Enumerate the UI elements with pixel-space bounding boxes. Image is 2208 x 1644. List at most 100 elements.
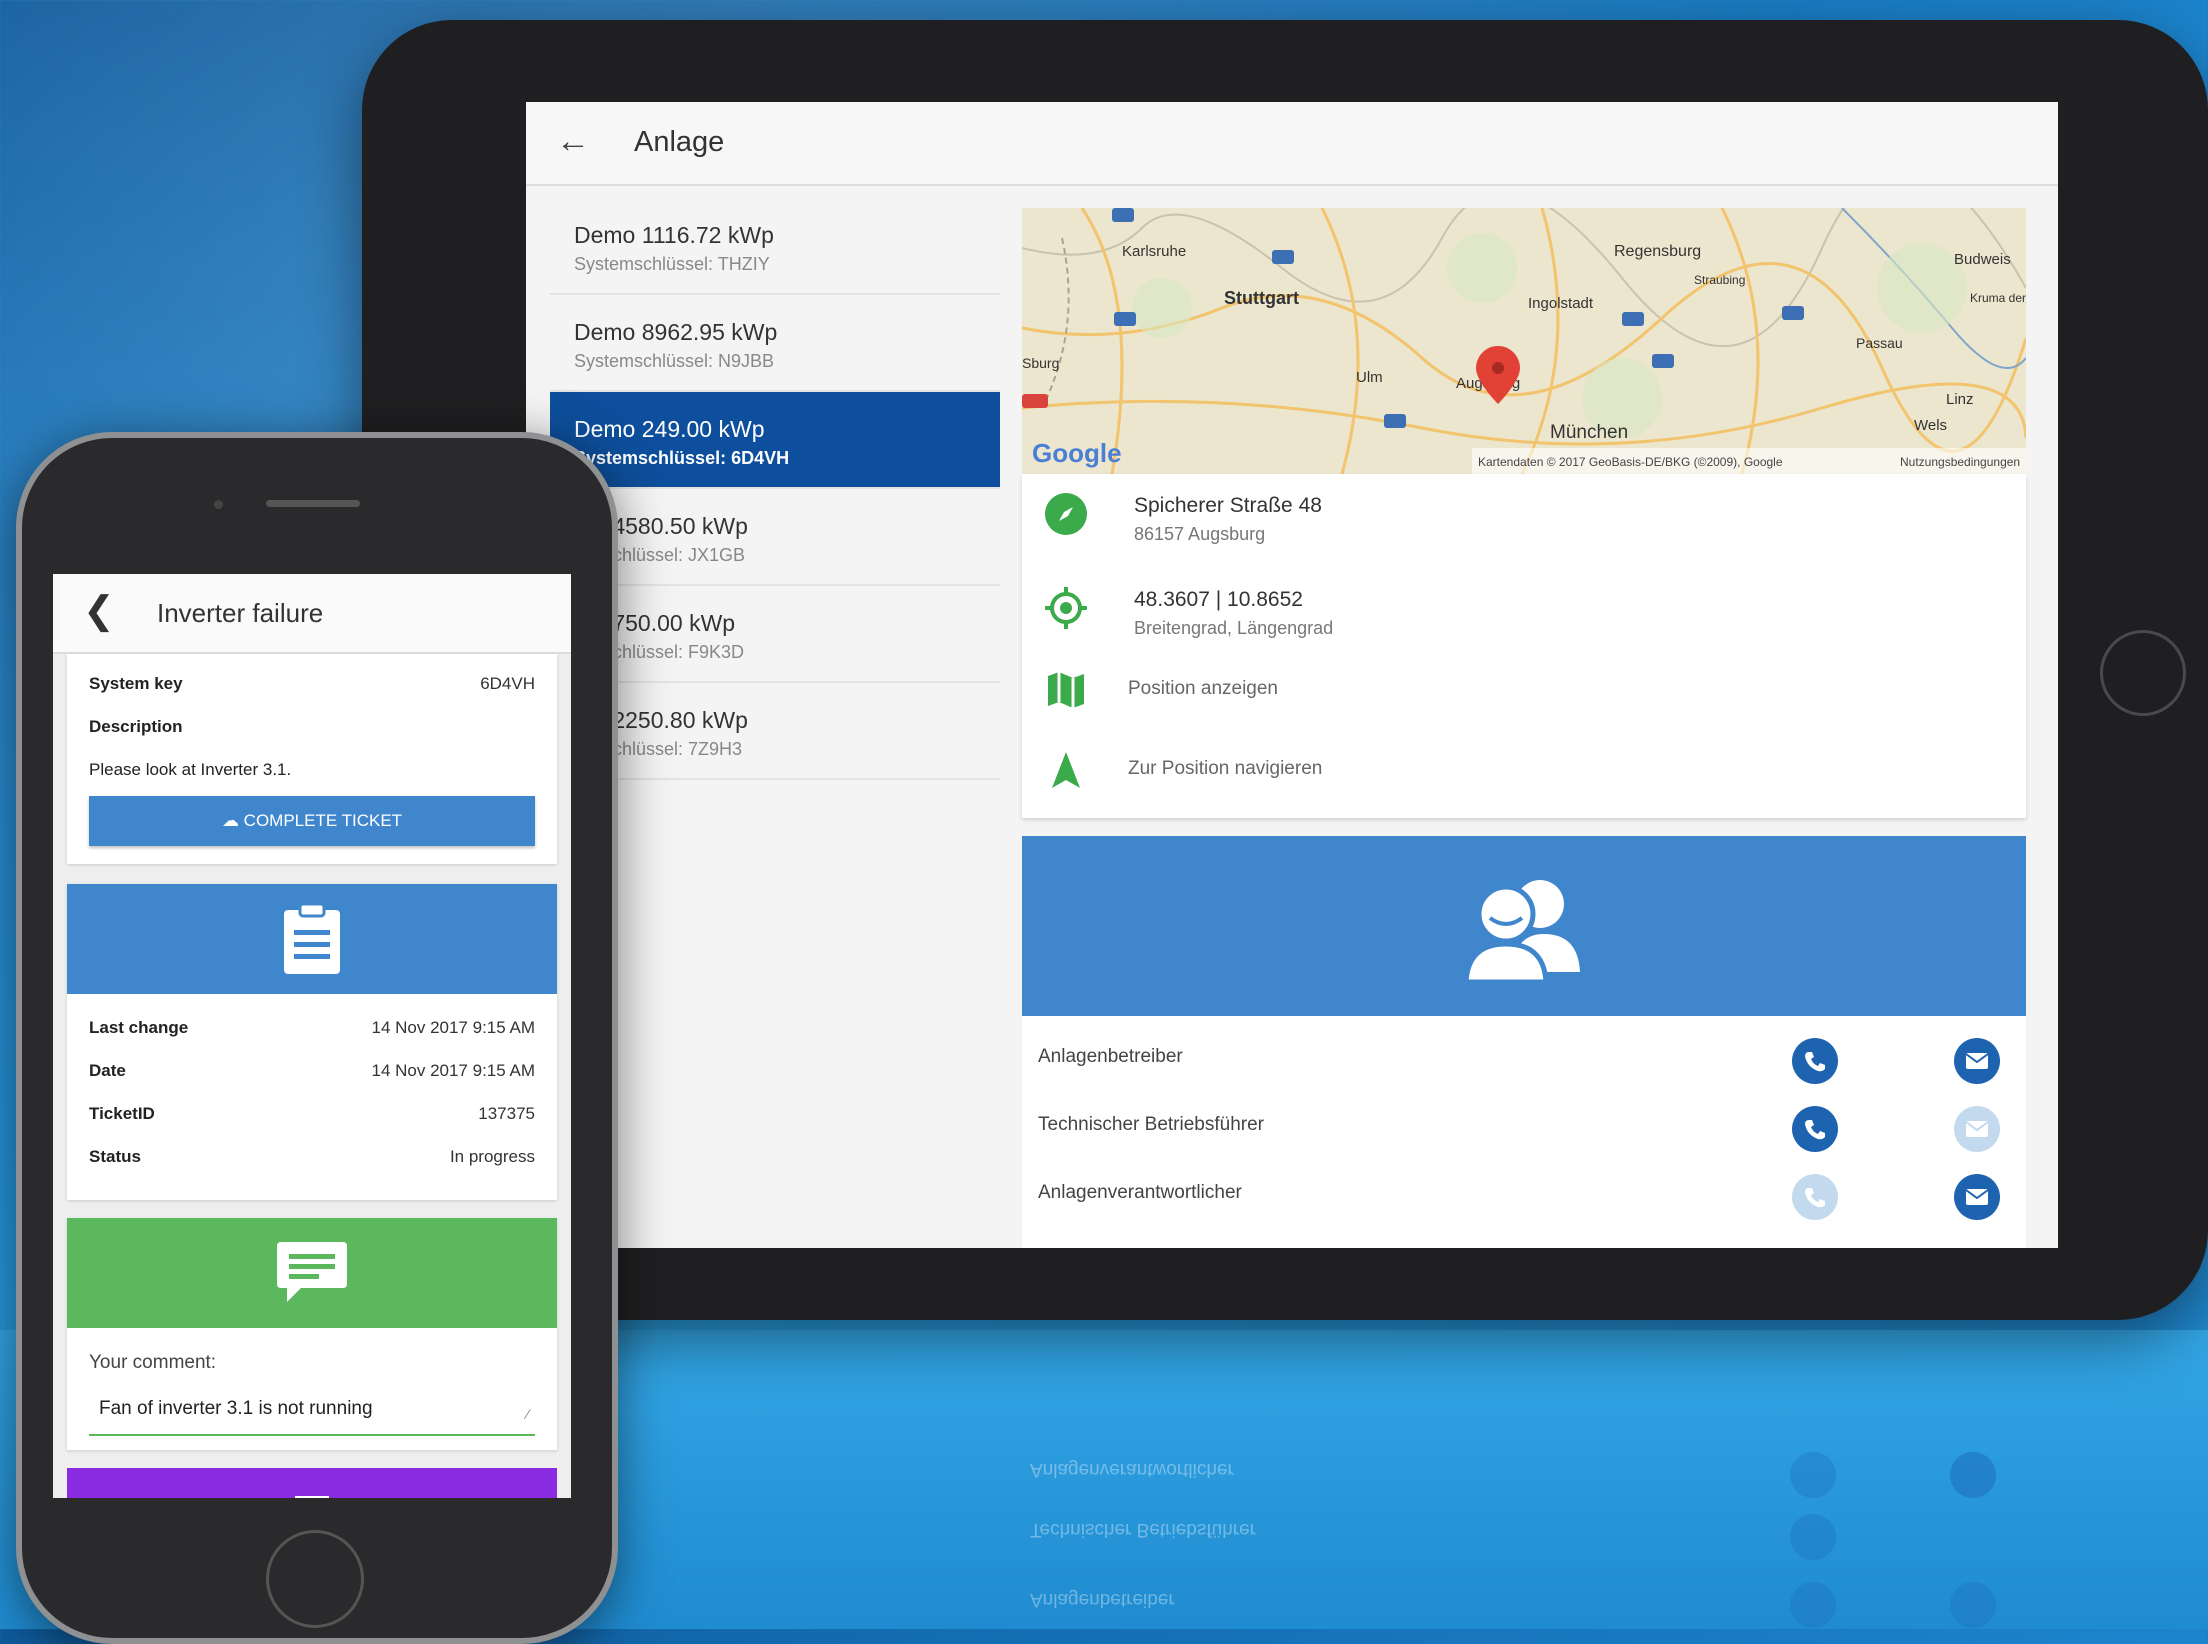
contact-role: Technischer Betriebsführer xyxy=(1038,1114,1264,1135)
coordinates-label: Breitengrad, Längengrad xyxy=(1134,618,1334,638)
system-key-label: System key xyxy=(89,674,183,693)
system-name: Demo 249.00 kWp xyxy=(574,416,765,442)
next-card-header xyxy=(67,1468,557,1498)
details-header xyxy=(67,884,557,994)
reflection-text-2: Technischer Betriebsführer xyxy=(1030,1519,1256,1540)
comment-icon xyxy=(277,1242,347,1302)
phone-app-bar: ❮ Inverter failure xyxy=(53,574,571,654)
contact-role: Anlagenverantwortlicher xyxy=(1038,1182,1242,1203)
reflection-circle xyxy=(1950,1452,1996,1498)
map-label: München xyxy=(1550,422,1628,443)
ticket-id-label: TicketID xyxy=(89,1104,155,1123)
map-label: Wels xyxy=(1914,417,1947,434)
location-info-card: Spicherer Straße 48 86157 Augsburg 48.36… xyxy=(1022,474,2026,818)
contact-row: Anlagenbetreiber xyxy=(1022,1026,2026,1092)
phone-screen: ❮ Inverter failure System key 6D4VH Desc… xyxy=(53,574,571,1498)
app-bar: ← Anlage xyxy=(526,102,2058,186)
clipboard-icon xyxy=(284,902,340,974)
chevron-left-icon[interactable]: ❮ xyxy=(83,588,115,633)
mail-icon[interactable] xyxy=(1954,1174,2000,1220)
system-key: Systemschlüssel: THZIY xyxy=(574,254,770,274)
description-value: Please look at Inverter 3.1. xyxy=(89,760,292,779)
map-label: Stuttgart xyxy=(1224,288,1299,308)
map-label: Passau xyxy=(1856,335,1903,351)
comment-header xyxy=(67,1218,557,1328)
contact-role: Anlagenbetreiber xyxy=(1038,1046,1183,1067)
map-canvas: Karlsruhe Stuttgart Regensburg Ingolstad… xyxy=(1022,208,2026,474)
contact-row: Anlagenverantwortlicher xyxy=(1022,1162,2026,1228)
date-label: Date xyxy=(89,1061,126,1080)
address-street: Spicherer Straße 48 xyxy=(1134,494,1322,517)
navigate-action[interactable]: Zur Position navigieren xyxy=(1022,736,2026,816)
location-map[interactable]: Karlsruhe Stuttgart Regensburg Ingolstad… xyxy=(1022,208,2026,474)
navigate-label: Zur Position navigieren xyxy=(1128,758,1323,779)
cloud-upload-icon: ☁ xyxy=(221,811,244,830)
reflection-circle xyxy=(1950,1582,1996,1628)
map-label: Kruma der Mc xyxy=(1970,291,2026,305)
map-label: Sburg xyxy=(1022,355,1059,371)
reflection-circle xyxy=(1790,1452,1836,1498)
tablet-screen: ← Anlage Demo 1116.72 kWp Systemschlüsse… xyxy=(526,102,2058,1248)
comment-input[interactable]: Fan of inverter 3.1 is not running ∕ xyxy=(89,1388,535,1436)
map-attribution: Kartendaten © 2017 GeoBasis-DE/BKG (©200… xyxy=(1478,455,1783,469)
google-logo: Google xyxy=(1032,438,1122,468)
reflection-text-3: Anlagenbetreiber xyxy=(1030,1589,1175,1610)
map-label: Straubing xyxy=(1694,273,1745,287)
contacts-card: Anlagenbetreiber Technischer Betriebsfüh… xyxy=(1022,836,2026,1248)
card-icon-partial xyxy=(295,1496,329,1498)
mail-icon-disabled xyxy=(1954,1106,2000,1152)
page-title: Anlage xyxy=(634,126,725,158)
date-value: 14 Nov 2017 9:15 AM xyxy=(371,1061,535,1080)
last-change-label: Last change xyxy=(89,1018,189,1037)
address-row: Spicherer Straße 48 86157 Augsburg xyxy=(1022,480,2026,560)
map-label: Regensburg xyxy=(1614,243,1701,260)
phone-icon[interactable] xyxy=(1792,1038,1838,1084)
status-label: Status xyxy=(89,1147,141,1166)
gps-target-icon xyxy=(1045,587,1087,629)
ticket-summary-card: System key 6D4VH Description Please look… xyxy=(67,654,557,864)
mail-icon[interactable] xyxy=(1954,1038,2000,1084)
comment-card: Your comment: Fan of inverter 3.1 is not… xyxy=(67,1218,557,1450)
tablet-home-button[interactable] xyxy=(2100,630,2186,716)
reflection-circle xyxy=(1790,1514,1836,1560)
ticket-details-card: Last change 14 Nov 2017 9:15 AM Date 14 … xyxy=(67,884,557,1200)
last-change-value: 14 Nov 2017 9:15 AM xyxy=(371,1018,535,1037)
map-label: Linz xyxy=(1946,391,1974,408)
show-position-action[interactable]: Position anzeigen xyxy=(1022,656,2026,736)
comment-label: Your comment: xyxy=(89,1352,217,1373)
system-key-value: 6D4VH xyxy=(480,674,535,693)
list-item[interactable]: Demo 1116.72 kWp Systemschlüssel: THZIY xyxy=(550,198,1000,295)
system-name: Demo 1116.72 kWp xyxy=(574,222,774,248)
phone-icon[interactable] xyxy=(1792,1106,1838,1152)
ticket-id-value: 137375 xyxy=(478,1104,535,1123)
map-terms-link: Nutzungsbedingungen xyxy=(1900,455,2020,469)
reflection-circle xyxy=(1790,1582,1836,1628)
system-name: Demo 8962.95 kWp xyxy=(574,319,778,345)
complete-ticket-button[interactable]: ☁ COMPLETE TICKET xyxy=(89,796,535,846)
system-key: Systemschlüssel: N9JBB xyxy=(574,351,775,371)
map-label: Budweis xyxy=(1954,251,2011,268)
contact-row: Technischer Betriebsführer xyxy=(1022,1094,2026,1160)
contacts-header xyxy=(1022,836,2026,1016)
coordinates-row: 48.3607 | 10.8652 Breitengrad, Längengra… xyxy=(1022,574,2026,654)
phone-camera xyxy=(214,500,223,509)
resize-handle-icon[interactable]: ∕ xyxy=(527,1406,529,1422)
phone-speaker xyxy=(266,500,360,507)
map-label: Ingolstadt xyxy=(1528,295,1594,312)
reflection-text-1: Anlagenverantwortlicher xyxy=(1030,1459,1234,1480)
list-item-selected[interactable]: Demo 249.00 kWp Systemschlüssel: 6D4VH xyxy=(550,392,1000,489)
arrow-left-icon[interactable]: ← xyxy=(556,122,590,161)
compass-icon xyxy=(1045,493,1087,535)
phone-home-button[interactable] xyxy=(266,1530,364,1628)
map-icon xyxy=(1048,672,1084,708)
map-label: Karlsruhe xyxy=(1122,243,1186,260)
people-icon xyxy=(1463,880,1580,982)
address-city: 86157 Augsburg xyxy=(1134,524,1266,544)
navigation-arrow-icon xyxy=(1052,752,1080,788)
description-label: Description xyxy=(89,717,183,736)
phone-icon-disabled xyxy=(1792,1174,1838,1220)
coordinates-value: 48.3607 | 10.8652 xyxy=(1134,588,1303,611)
complete-ticket-label: COMPLETE TICKET xyxy=(243,811,403,830)
status-value: In progress xyxy=(449,1147,535,1166)
list-item[interactable]: Demo 8962.95 kWp Systemschlüssel: N9JBB xyxy=(550,295,1000,392)
